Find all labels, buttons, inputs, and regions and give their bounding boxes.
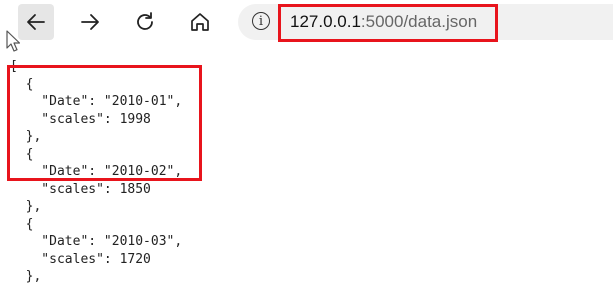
json-line: "scales": 1850 [10,181,151,197]
info-icon[interactable]: i [252,12,270,30]
home-icon [191,13,209,31]
json-highlight-box [7,65,202,181]
json-line: }, [10,199,42,214]
back-button[interactable] [18,4,54,40]
refresh-icon [137,12,153,30]
arrow-left-icon [27,14,45,30]
mouse-pointer-icon [6,30,20,52]
forward-button[interactable] [72,4,108,40]
refresh-button[interactable] [127,4,163,40]
arrow-right-icon [81,14,99,30]
url-highlight-box [278,4,498,42]
browser-toolbar: i 127.0.0.1:5000/data.json [0,0,613,44]
home-button[interactable] [182,4,218,40]
json-line: "scales": 1720 [10,251,151,267]
json-line: "Date": "2010-03", [10,234,183,249]
json-line: { [10,216,34,232]
